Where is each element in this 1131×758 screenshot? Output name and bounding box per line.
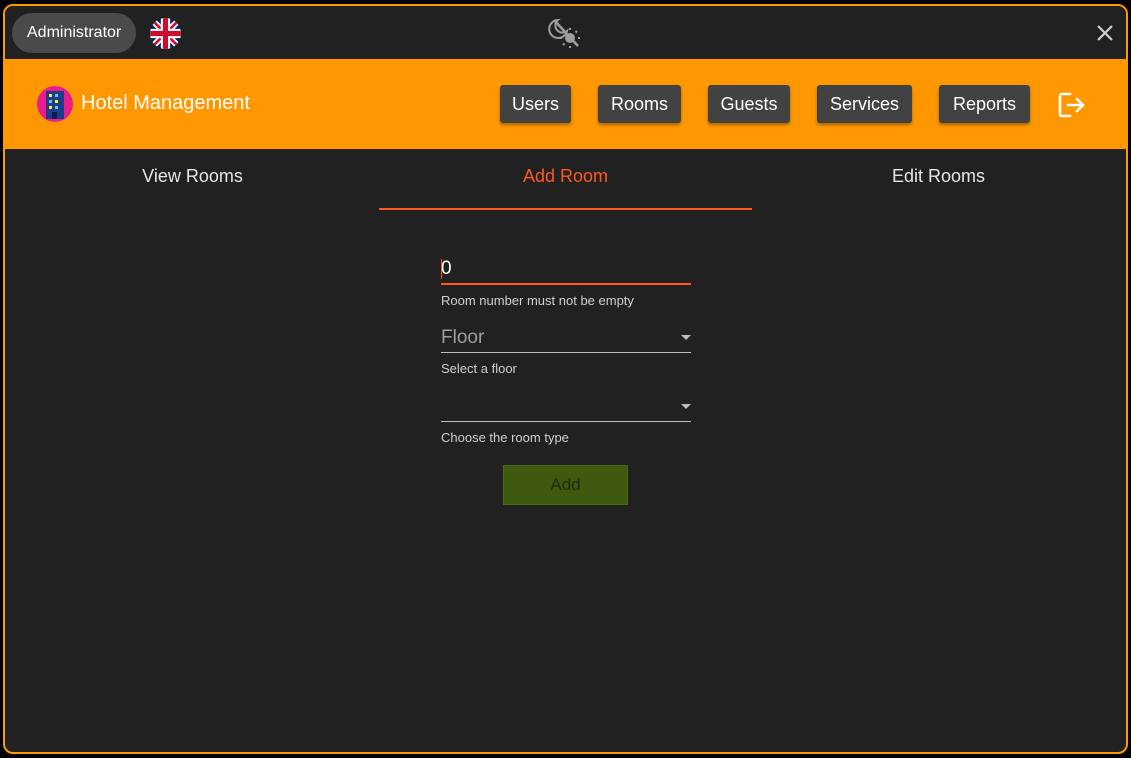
- chevron-down-icon: [681, 335, 691, 340]
- app-title: Hotel Management: [81, 92, 250, 114]
- add-room-button[interactable]: Add: [503, 465, 628, 505]
- room-type-select-value[interactable]: [441, 393, 691, 421]
- room-type-underline: [441, 421, 691, 422]
- app-header: Hotel Management Users Rooms Guests Serv…: [5, 59, 1126, 149]
- tab-edit-rooms[interactable]: Edit Rooms: [752, 149, 1125, 211]
- room-type-helper: Choose the room type: [441, 430, 569, 445]
- nav-users-button[interactable]: Users: [500, 85, 571, 123]
- tab-view-rooms-label: View Rooms: [142, 165, 243, 186]
- room-number-field[interactable]: 0 Room number must not be empty: [441, 255, 691, 308]
- room-number-underline: [441, 283, 691, 285]
- floor-underline: [441, 352, 691, 353]
- nav-services-button[interactable]: Services: [817, 85, 912, 123]
- nav-rooms-label: Rooms: [610, 93, 668, 114]
- hotel-logo-icon: [36, 85, 74, 123]
- user-role-label: Administrator: [27, 24, 122, 41]
- tab-add-room-label: Add Room: [522, 165, 609, 186]
- floor-select-value[interactable]: Floor: [441, 324, 691, 352]
- nav-guests-button[interactable]: Guests: [708, 85, 790, 123]
- room-tabs: View Rooms Add Room Edit Rooms: [5, 149, 1126, 211]
- user-role-chip[interactable]: Administrator: [12, 13, 137, 53]
- tab-add-room[interactable]: Add Room: [379, 149, 752, 211]
- nav-guests-label: Guests: [720, 93, 778, 114]
- room-number-value: 0: [441, 258, 452, 279]
- nav-rooms-button[interactable]: Rooms: [598, 85, 681, 123]
- tab-edit-rooms-label: Edit Rooms: [891, 165, 986, 186]
- room-number-helper: Room number must not be empty: [441, 293, 634, 308]
- close-icon[interactable]: [1094, 22, 1116, 44]
- title-bar: Administrator: [5, 6, 1126, 59]
- chevron-down-icon: [681, 404, 691, 409]
- nav-reports-button[interactable]: Reports: [939, 85, 1030, 123]
- floor-placeholder: Floor: [441, 327, 485, 348]
- nav-services-label: Services: [829, 93, 900, 114]
- app-window: Administrator Hotel Management Users Roo…: [3, 4, 1128, 754]
- nav-reports-label: Reports: [952, 93, 1017, 114]
- active-tab-indicator: [379, 208, 752, 210]
- add-room-button-label: Add: [550, 475, 581, 494]
- theme-toggle-icon[interactable]: [548, 16, 582, 50]
- text-caret: [441, 259, 442, 279]
- logout-icon[interactable]: [1057, 91, 1087, 119]
- uk-flag-icon[interactable]: [150, 18, 181, 49]
- room-number-input[interactable]: 0: [441, 255, 691, 283]
- floor-select[interactable]: Floor Select a floor: [441, 324, 691, 376]
- nav-users-label: Users: [511, 93, 559, 114]
- tab-view-rooms[interactable]: View Rooms: [6, 149, 379, 211]
- room-type-select[interactable]: Choose the room type: [441, 393, 691, 445]
- floor-helper: Select a floor: [441, 361, 517, 376]
